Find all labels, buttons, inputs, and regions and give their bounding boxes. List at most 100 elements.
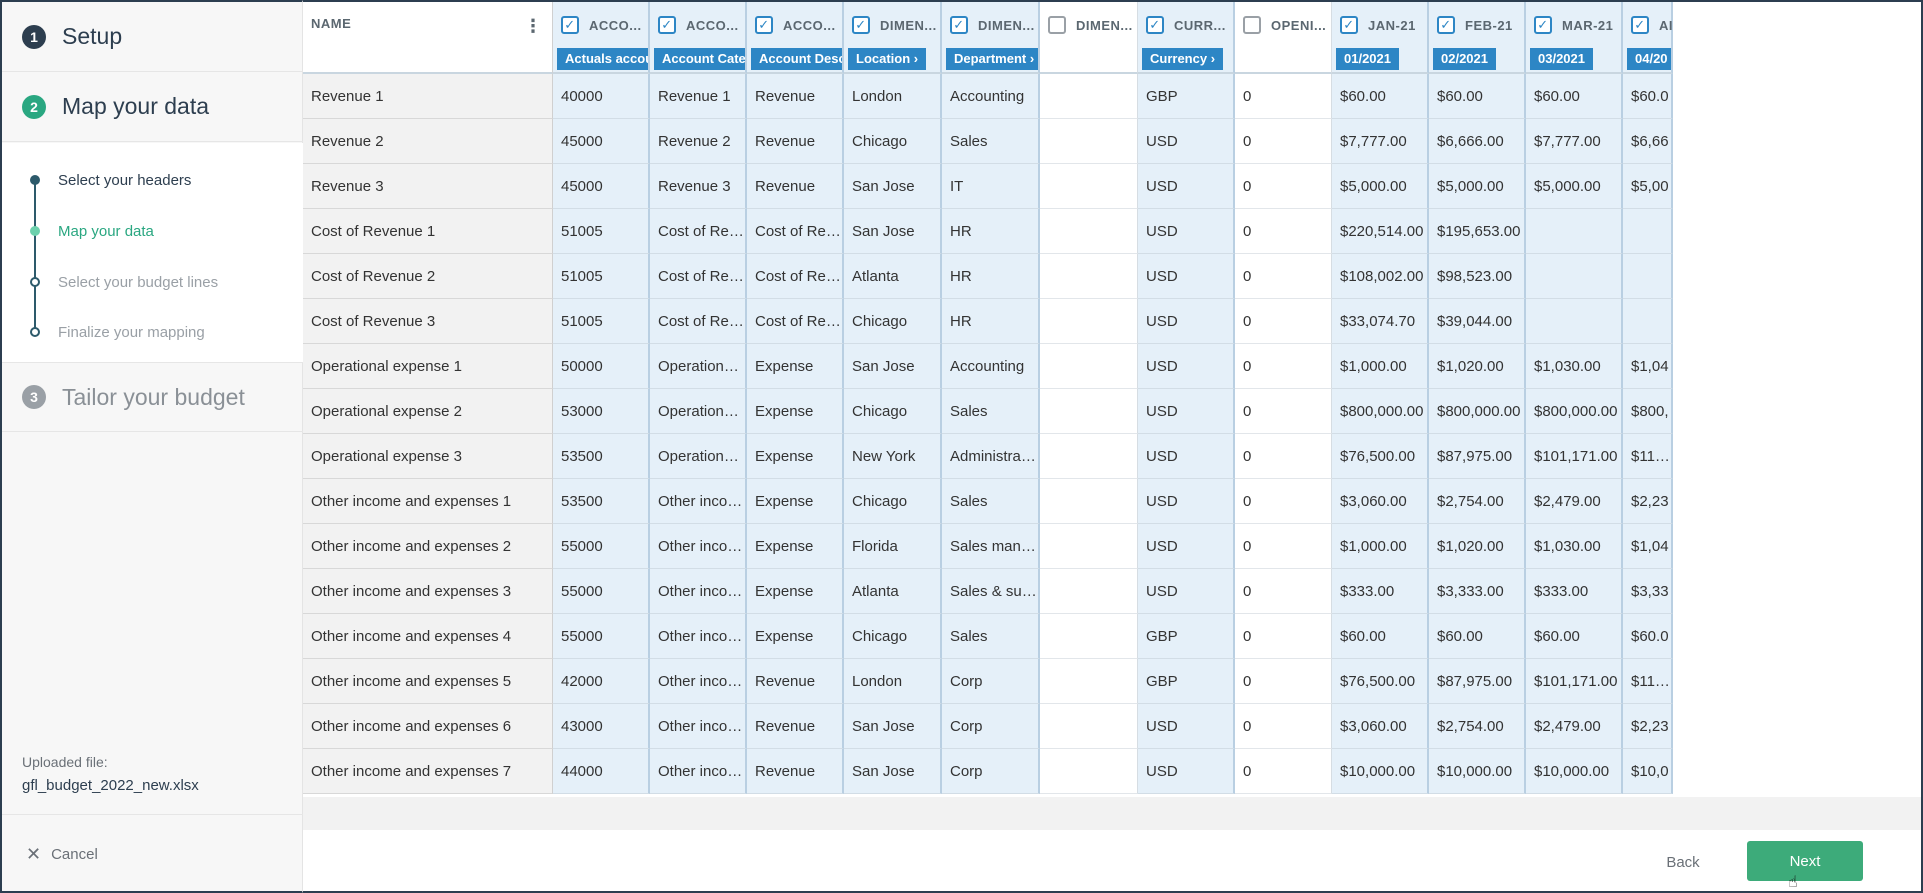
table-cell[interactable] — [1040, 209, 1138, 254]
table-cell[interactable]: USD — [1138, 749, 1235, 794]
column-mapping-tag[interactable]: Account Category › — [654, 48, 745, 70]
table-cell[interactable]: Chicago — [844, 389, 942, 434]
table-row[interactable]: Other income and expenses 5 42000 Other in… — [303, 659, 1673, 704]
cancel-button[interactable]: ✕ Cancel — [2, 814, 303, 893]
column-mapping-tag[interactable]: Account Description — [751, 48, 842, 70]
table-cell[interactable]: $116,3 — [1623, 434, 1673, 479]
table-cell[interactable]: Revenue — [747, 164, 844, 209]
table-row[interactable]: Revenue 2 45000 Revenue 2 Revenue Chicago Sal… — [303, 119, 1673, 164]
table-row[interactable]: Operational expense 2 53000 Operational ..… — [303, 389, 1673, 434]
table-cell[interactable]: Revenue — [747, 749, 844, 794]
table-cell[interactable]: $2,23 — [1623, 704, 1673, 749]
table-cell[interactable]: 0 — [1235, 614, 1332, 659]
table-cell[interactable] — [1623, 254, 1673, 299]
table-row[interactable]: Cost of Revenue 151005Cost of Reve...Cos… — [303, 209, 1673, 254]
table-cell[interactable]: $5,000.00 — [1332, 164, 1429, 209]
table-cell[interactable]: USD — [1138, 524, 1235, 569]
table-cell[interactable] — [1040, 524, 1138, 569]
table-cell[interactable]: 43000 — [553, 704, 650, 749]
table-cell[interactable]: Expense — [747, 569, 844, 614]
table-cell[interactable]: $1,020.00 — [1429, 524, 1526, 569]
table-cell[interactable]: $3,33 — [1623, 569, 1673, 614]
checkbox-checked-icon[interactable]: ✓ — [1146, 16, 1164, 34]
table-cell[interactable]: $5,00 — [1623, 164, 1673, 209]
row-name-cell[interactable]: Other income and expenses 2 — [303, 524, 553, 569]
substep-select-headers[interactable]: Select your headers — [2, 165, 302, 195]
table-cell[interactable]: Other incom... — [650, 704, 747, 749]
table-cell[interactable]: USD — [1138, 569, 1235, 614]
table-cell[interactable]: 53500 — [553, 479, 650, 524]
table-cell[interactable]: Revenue — [747, 74, 844, 119]
table-cell[interactable]: HR — [942, 299, 1040, 344]
column-header[interactable]: ✓ ACCO... Actuals account › — [553, 2, 650, 74]
table-cell[interactable]: Revenue — [747, 659, 844, 704]
table-cell[interactable]: $800,000.00 — [1526, 389, 1623, 434]
table-row[interactable]: Other income and expenses 4 55000 Other in… — [303, 614, 1673, 659]
table-cell[interactable]: $98,523.00 — [1429, 254, 1526, 299]
table-cell[interactable]: GBP — [1138, 614, 1235, 659]
table-cell[interactable]: $1,030.00 — [1526, 344, 1623, 389]
row-name-cell[interactable]: Other income and expenses 4 — [303, 614, 553, 659]
table-cell[interactable] — [1526, 209, 1623, 254]
table-cell[interactable]: $7,777.00 — [1526, 119, 1623, 164]
column-header[interactable]: ✓ JAN-21 01/2021 — [1332, 2, 1429, 74]
table-cell[interactable] — [1040, 74, 1138, 119]
table-row[interactable]: Other income and expenses 6 43000 Other in… — [303, 704, 1673, 749]
table-cell[interactable]: 53000 — [553, 389, 650, 434]
table-cell[interactable]: $1,04 — [1623, 344, 1673, 389]
table-cell[interactable]: Accounting — [942, 344, 1040, 389]
table-cell[interactable]: $5,000.00 — [1429, 164, 1526, 209]
table-cell[interactable]: San Jose — [844, 209, 942, 254]
table-cell[interactable]: USD — [1138, 254, 1235, 299]
table-cell[interactable]: $60.00 — [1429, 74, 1526, 119]
column-header[interactable]: DIMEN... — [1040, 2, 1138, 74]
column-mapping-tag[interactable]: 02/2021 — [1433, 48, 1496, 70]
table-cell[interactable]: 0 — [1235, 344, 1332, 389]
checkbox-unchecked-icon[interactable] — [1048, 16, 1066, 34]
table-cell[interactable]: Chicago — [844, 119, 942, 164]
table-cell[interactable]: 0 — [1235, 389, 1332, 434]
table-cell[interactable]: $5,000.00 — [1526, 164, 1623, 209]
table-cell[interactable] — [1040, 434, 1138, 479]
column-header[interactable]: ✓ MAR-21 03/2021 — [1526, 2, 1623, 74]
substep-map-data[interactable]: Map your data — [2, 216, 302, 246]
table-cell[interactable]: 45000 — [553, 164, 650, 209]
table-cell[interactable]: $3,333.00 — [1429, 569, 1526, 614]
row-name-cell[interactable]: Revenue 1 — [303, 74, 553, 119]
table-cell[interactable] — [1526, 299, 1623, 344]
table-cell[interactable]: IT — [942, 164, 1040, 209]
table-cell[interactable]: $116,3 — [1623, 659, 1673, 704]
table-cell[interactable]: Sales — [942, 119, 1040, 164]
table-cell[interactable]: 0 — [1235, 524, 1332, 569]
checkbox-checked-icon[interactable]: ✓ — [561, 16, 579, 34]
column-header[interactable]: ✓ AI 04/20 — [1623, 2, 1673, 74]
table-cell[interactable]: 0 — [1235, 659, 1332, 704]
table-cell[interactable]: Cost of Reve... — [747, 209, 844, 254]
table-row[interactable]: Cost of Revenue 251005Cost of Reve...Cos… — [303, 254, 1673, 299]
column-mapping-tag[interactable]: Currency › — [1142, 48, 1224, 70]
table-cell[interactable]: Other incom... — [650, 569, 747, 614]
table-cell[interactable]: $1,000.00 — [1332, 524, 1429, 569]
table-cell[interactable]: $7,777.00 — [1332, 119, 1429, 164]
table-cell[interactable]: Corp — [942, 659, 1040, 704]
table-cell[interactable]: $60.00 — [1526, 614, 1623, 659]
table-cell[interactable]: 0 — [1235, 74, 1332, 119]
table-cell[interactable]: 0 — [1235, 119, 1332, 164]
table-cell[interactable]: USD — [1138, 119, 1235, 164]
row-name-cell[interactable]: Cost of Revenue 3 — [303, 299, 553, 344]
table-cell[interactable]: USD — [1138, 344, 1235, 389]
table-cell[interactable]: Operational ... — [650, 344, 747, 389]
table-cell[interactable]: $60.00 — [1332, 614, 1429, 659]
table-cell[interactable]: Accounting — [942, 74, 1040, 119]
table-cell[interactable]: USD — [1138, 704, 1235, 749]
table-cell[interactable]: Expense — [747, 434, 844, 479]
data-grid[interactable]: NAME ⋮ ✓ ACCO... Actuals account › ✓ ACCO... Ac… — [303, 0, 1923, 830]
table-cell[interactable]: $800,000.00 — [1332, 389, 1429, 434]
table-cell[interactable]: $800, — [1623, 389, 1673, 434]
table-cell[interactable]: Sales — [942, 614, 1040, 659]
table-cell[interactable]: Other incom... — [650, 524, 747, 569]
table-cell[interactable]: USD — [1138, 299, 1235, 344]
table-cell[interactable]: Administrati... — [942, 434, 1040, 479]
table-cell[interactable]: Expense — [747, 479, 844, 524]
table-cell[interactable]: 51005 — [553, 254, 650, 299]
